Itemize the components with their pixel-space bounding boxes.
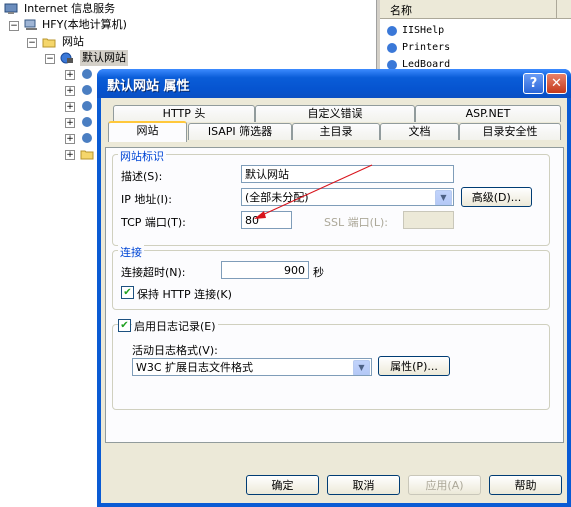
gear-icon: [80, 68, 94, 80]
website-icon: [60, 52, 74, 64]
expand-icon[interactable]: +: [65, 102, 75, 112]
tab-http-headers[interactable]: HTTP 头: [113, 105, 255, 122]
list-item-label: IISHelp: [402, 25, 445, 36]
collapse-icon[interactable]: −: [9, 21, 19, 31]
ok-button[interactable]: 确定: [246, 475, 319, 495]
advanced-button[interactable]: 高级(D)...: [461, 187, 532, 207]
gear-icon: [80, 84, 94, 96]
column-name-label: 名称: [390, 4, 412, 17]
timeout-input[interactable]: 900: [221, 261, 309, 279]
close-icon[interactable]: ✕: [546, 73, 567, 94]
tree-computer-label: HFY(本地计算机): [42, 18, 127, 31]
expand-icon[interactable]: +: [65, 118, 75, 128]
chevron-down-icon[interactable]: ▼: [435, 190, 452, 205]
tab-documents[interactable]: 文档: [380, 123, 459, 140]
apply-button[interactable]: 应用(A): [408, 475, 481, 495]
list-item-label: Printers: [402, 42, 451, 53]
tab-directory-security[interactable]: 目录安全性: [459, 123, 561, 140]
cancel-button[interactable]: 取消: [327, 475, 400, 495]
keepalive-label: 保持 HTTP 连接(K): [137, 288, 232, 301]
expand-icon[interactable]: +: [65, 150, 75, 160]
chevron-down-icon[interactable]: ▼: [353, 360, 370, 375]
enable-logging-checkbox[interactable]: ✔: [118, 319, 131, 332]
ssl-port-input[interactable]: [403, 211, 454, 229]
folder-icon: [42, 36, 56, 48]
expand-icon[interactable]: +: [65, 86, 75, 96]
log-format-label: 活动日志格式(V):: [132, 344, 218, 357]
tab-home-directory[interactable]: 主目录: [292, 123, 380, 140]
help-icon[interactable]: ?: [523, 73, 544, 94]
tab-website[interactable]: 网站: [108, 121, 187, 142]
gear-icon: [80, 132, 94, 144]
properties-dialog: 默认网站 属性 ? ✕ HTTP 头 自定义错误 ASP.NET 网站 ISAP…: [97, 69, 571, 507]
dialog-title: 默认网站 属性: [107, 79, 190, 94]
web-folder-icon: [386, 41, 399, 54]
gear-icon: [80, 100, 94, 112]
tree-default-site-label: 默认网站: [80, 50, 128, 66]
dialog-titlebar[interactable]: 默认网站 属性 ? ✕: [97, 69, 571, 98]
log-format-select[interactable]: W3C 扩展日志文件格式 ▼: [132, 358, 372, 376]
gear-icon: [80, 116, 94, 128]
site-identity-group-label: 网站标识: [118, 148, 166, 164]
help-button[interactable]: 帮助: [489, 475, 562, 495]
folder-icon: [80, 148, 94, 160]
description-label: 描述(S):: [121, 170, 163, 183]
tab-panel-website: 网站标识 描述(S): 默认网站 IP 地址(I): (全部未分配) ▼ 高级(…: [105, 147, 564, 443]
dialog-client: HTTP 头 自定义错误 ASP.NET 网站 ISAPI 筛选器 主目录 文档…: [101, 98, 567, 503]
log-format-value: W3C 扩展日志文件格式: [136, 361, 254, 374]
computer-icon: [4, 3, 18, 15]
collapse-icon[interactable]: −: [45, 54, 55, 64]
tree-root-label: Internet 信息服务: [24, 2, 116, 15]
keepalive-checkbox[interactable]: ✔: [121, 286, 134, 299]
web-folder-icon: [386, 24, 399, 37]
tab-aspnet[interactable]: ASP.NET: [415, 105, 561, 122]
tab-custom-errors[interactable]: 自定义错误: [255, 105, 415, 122]
timeout-unit-label: 秒: [313, 266, 324, 279]
tree-sites-label: 网站: [62, 35, 84, 48]
expand-icon[interactable]: +: [65, 70, 75, 80]
connection-group-label: 连接: [118, 244, 144, 260]
timeout-label: 连接超时(N):: [121, 266, 186, 279]
server-icon: [24, 19, 38, 31]
enable-logging-label: 启用日志记录(E): [132, 318, 218, 334]
annotation-arrow: [254, 164, 373, 219]
tcp-port-label: TCP 端口(T):: [121, 216, 186, 229]
tab-isapi-filters[interactable]: ISAPI 筛选器: [188, 123, 292, 140]
ip-address-label: IP 地址(I):: [121, 193, 172, 206]
expand-icon[interactable]: +: [65, 134, 75, 144]
collapse-icon[interactable]: −: [27, 38, 37, 48]
column-header[interactable]: 名称: [380, 0, 571, 19]
log-properties-button[interactable]: 属性(P)...: [378, 356, 450, 376]
